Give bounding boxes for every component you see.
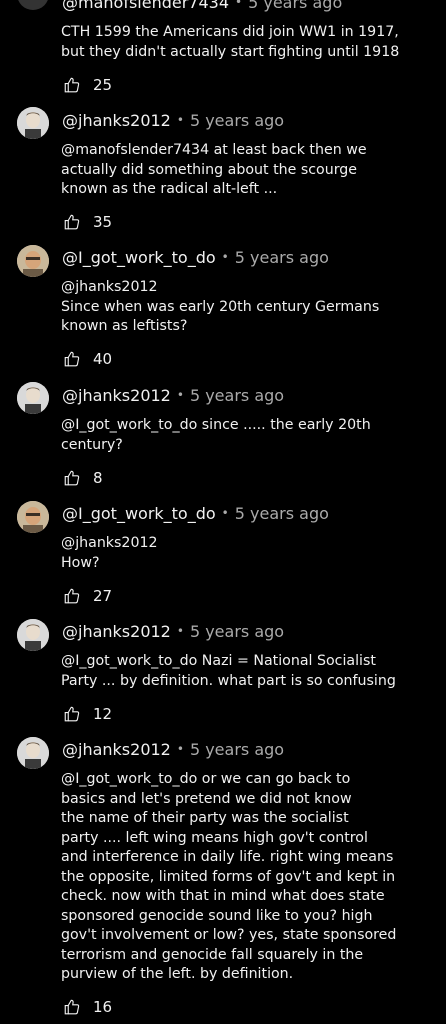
comment-author[interactable]: @jhanks2012 [62, 740, 171, 759]
avatar[interactable] [17, 382, 49, 414]
avatar[interactable] [17, 0, 49, 10]
comment-text: @I_got_work_to_do Nazi = National Social… [61, 653, 396, 689]
comment-author[interactable]: @I_got_work_to_do [62, 504, 216, 523]
thumbs-up-icon [64, 351, 80, 367]
thumbs-up-icon [64, 999, 80, 1015]
comment-text: @I_got_work_to_do or we can go back to b… [61, 771, 397, 982]
separator-dot: • [176, 388, 184, 402]
separator-dot: • [235, 0, 243, 9]
comment-author[interactable]: @jhanks2012 [62, 386, 171, 405]
avatar[interactable] [17, 619, 49, 651]
like-count: 25 [93, 76, 113, 94]
comment-author[interactable]: @manofslender7434 [62, 0, 229, 12]
comment-header: @I_got_work_to_do • 5 years ago [62, 248, 329, 269]
comment-time: 5 years ago [234, 248, 329, 267]
avatar[interactable] [17, 501, 49, 533]
avatar-image [17, 619, 49, 651]
avatar[interactable] [17, 245, 49, 277]
avatar-image [17, 382, 49, 414]
thumbs-up-icon [64, 706, 80, 722]
comment-author[interactable]: @I_got_work_to_do [62, 248, 216, 267]
comment-header: @jhanks2012 • 5 years ago [62, 386, 284, 407]
like-count: 35 [93, 213, 113, 231]
separator-dot: • [221, 506, 229, 520]
comment-time: 5 years ago [189, 111, 285, 130]
comment-text: CTH 1599 the Americans did join WW1 in 1… [61, 24, 400, 60]
like-count: 8 [93, 469, 103, 487]
like-button[interactable]: 16 [63, 998, 112, 1016]
separator-dot: • [221, 250, 229, 264]
thumbs-up-icon [64, 470, 80, 486]
separator-dot: • [176, 113, 184, 127]
like-button[interactable]: 35 [63, 213, 112, 231]
like-count: 40 [93, 350, 113, 368]
avatar-image [17, 501, 49, 533]
comment-time: 5 years ago [248, 0, 343, 12]
like-button[interactable]: 25 [63, 76, 112, 94]
comment-header: @manofslender7434 • 5 years ago [62, 0, 342, 14]
avatar[interactable] [17, 107, 49, 139]
avatar-image [17, 107, 49, 139]
like-button[interactable]: 40 [63, 350, 112, 368]
avatar[interactable] [17, 737, 49, 769]
like-button[interactable]: 8 [63, 469, 103, 487]
like-count: 16 [93, 998, 113, 1016]
comment-author[interactable]: @jhanks2012 [62, 622, 171, 641]
comment-header: @jhanks2012 • 5 years ago [62, 740, 284, 761]
comment-header: @I_got_work_to_do • 5 years ago [62, 504, 329, 525]
comment-time: 5 years ago [234, 504, 329, 523]
thumbs-up-icon [64, 214, 80, 230]
like-button[interactable]: 12 [63, 705, 112, 723]
comment-text: @jhanks2012 Since when was early 20th ce… [61, 279, 380, 334]
comment-time: 5 years ago [189, 622, 285, 641]
separator-dot: • [176, 742, 184, 756]
avatar-image [17, 245, 49, 277]
comment-author[interactable]: @jhanks2012 [62, 111, 171, 130]
comment-text: @manofslender7434 at least back then we … [61, 142, 367, 197]
thumbs-up-icon [64, 588, 80, 604]
separator-dot: • [176, 624, 184, 638]
comment-header: @jhanks2012 • 5 years ago [62, 111, 284, 132]
comment-time: 5 years ago [189, 740, 285, 759]
like-count: 27 [93, 587, 113, 605]
thumbs-up-icon [64, 77, 80, 93]
comment-header: @jhanks2012 • 5 years ago [62, 622, 284, 643]
comment-text: @jhanks2012 How? [61, 535, 158, 571]
comment-time: 5 years ago [189, 386, 285, 405]
like-button[interactable]: 27 [63, 587, 112, 605]
like-count: 12 [93, 705, 113, 723]
avatar-image [17, 737, 49, 769]
comment-text: @I_got_work_to_do since ..... the early … [61, 417, 371, 453]
